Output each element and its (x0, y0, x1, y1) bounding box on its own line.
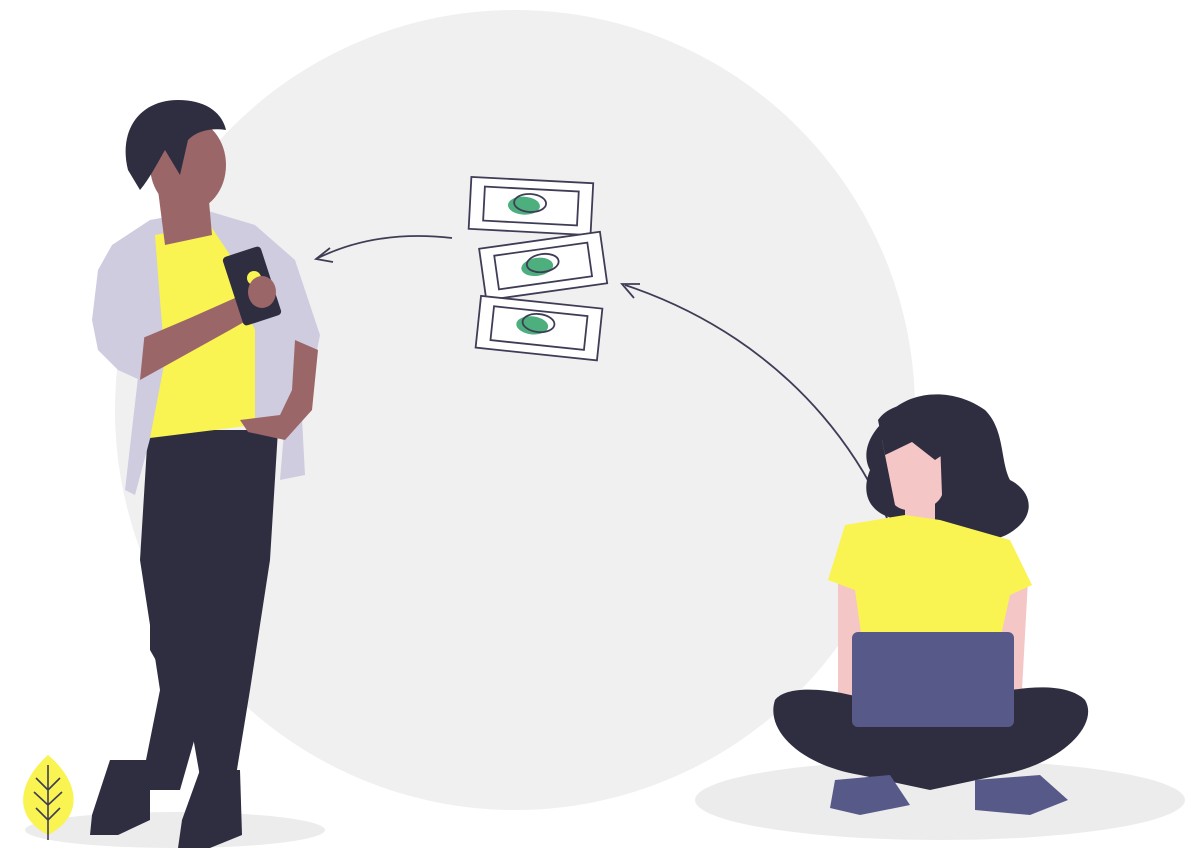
man-hand (248, 276, 276, 308)
man-left-shoe (90, 760, 150, 835)
money-bills-icon (467, 175, 609, 362)
laptop-icon (852, 632, 1014, 727)
man-right-shoe (178, 770, 242, 848)
payment-transfer-illustration (23, 10, 1185, 848)
bill-top (467, 175, 595, 237)
man-ground-shadow (25, 812, 325, 848)
